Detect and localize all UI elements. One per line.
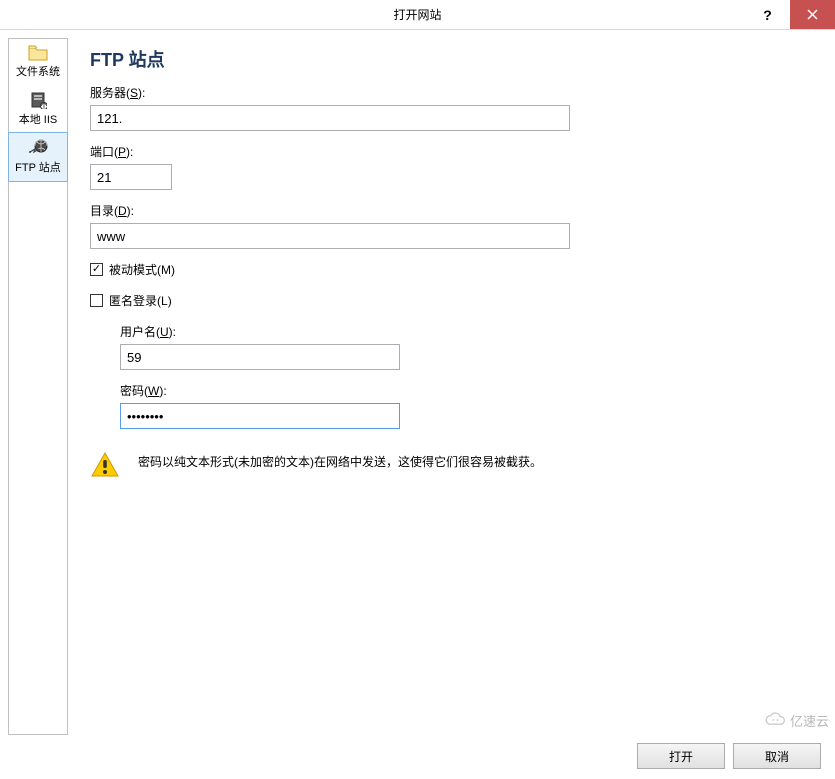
passive-mode-checkbox[interactable]: ✓ 被动模式(M) <box>90 261 809 278</box>
password-input[interactable] <box>120 403 400 429</box>
credentials-section: 用户名(U): 密码(W): <box>120 323 809 429</box>
sidebar-item-ftp[interactable]: FTP 站点 <box>8 132 68 182</box>
globe-icon <box>11 139 65 157</box>
sidebar: 文件系统 本地 IIS FTP 站点 <box>8 38 68 735</box>
server-input[interactable] <box>90 105 570 131</box>
cancel-button[interactable]: 取消 <box>733 743 821 769</box>
port-group: 端口(P): <box>90 143 809 190</box>
warning-icon <box>90 451 120 482</box>
sidebar-item-label: FTP 站点 <box>15 162 61 174</box>
close-icon <box>807 9 818 20</box>
window-body: 文件系统 本地 IIS FTP 站点 FTP 站点 服务器(S): 端口(P):… <box>0 30 835 735</box>
cloud-icon <box>764 709 786 731</box>
passive-mode-label: 被动模式(M) <box>109 261 175 278</box>
watermark-text: 亿速云 <box>790 711 829 730</box>
directory-input[interactable] <box>90 223 570 249</box>
port-input[interactable] <box>90 164 172 190</box>
anonymous-login-checkbox[interactable]: 匿名登录(L) <box>90 292 809 309</box>
page-title: FTP 站点 <box>90 46 809 72</box>
warning-row: 密码以纯文本形式(未加密的文本)在网络中发送，这使得它们很容易被截获。 <box>90 449 809 482</box>
titlebar: 打开网站 ? <box>0 0 835 30</box>
password-label: 密码(W): <box>120 382 809 399</box>
password-group: 密码(W): <box>120 382 809 429</box>
port-label: 端口(P): <box>90 143 809 160</box>
anonymous-login-label: 匿名登录(L) <box>109 292 172 309</box>
check-icon: ✓ <box>92 264 101 275</box>
sidebar-item-label: 本地 IIS <box>19 114 58 126</box>
username-group: 用户名(U): <box>120 323 809 370</box>
server-icon <box>11 91 65 109</box>
checkbox-box-checked: ✓ <box>90 263 103 276</box>
help-button[interactable]: ? <box>745 0 790 29</box>
sidebar-item-label: 文件系统 <box>16 66 60 78</box>
username-input[interactable] <box>120 344 400 370</box>
close-button[interactable] <box>790 0 835 29</box>
directory-label: 目录(D): <box>90 202 809 219</box>
titlebar-buttons: ? <box>745 0 835 29</box>
username-label: 用户名(U): <box>120 323 809 340</box>
directory-group: 目录(D): <box>90 202 809 249</box>
server-group: 服务器(S): <box>90 84 809 131</box>
sidebar-item-localiis[interactable]: 本地 IIS <box>9 85 67 133</box>
dialog-buttons: 打开 取消 <box>637 743 821 769</box>
open-button[interactable]: 打开 <box>637 743 725 769</box>
main-panel: FTP 站点 服务器(S): 端口(P): 目录(D): ✓ 被动模式(M) 匿… <box>68 38 827 735</box>
server-label: 服务器(S): <box>90 84 809 101</box>
warning-text: 密码以纯文本形式(未加密的文本)在网络中发送，这使得它们很容易被截获。 <box>138 449 542 471</box>
sidebar-item-filesystem[interactable]: 文件系统 <box>9 39 67 85</box>
checkbox-box-unchecked <box>90 294 103 307</box>
folder-icon <box>11 45 65 61</box>
window-title: 打开网站 <box>393 6 441 23</box>
watermark: 亿速云 <box>764 709 829 731</box>
